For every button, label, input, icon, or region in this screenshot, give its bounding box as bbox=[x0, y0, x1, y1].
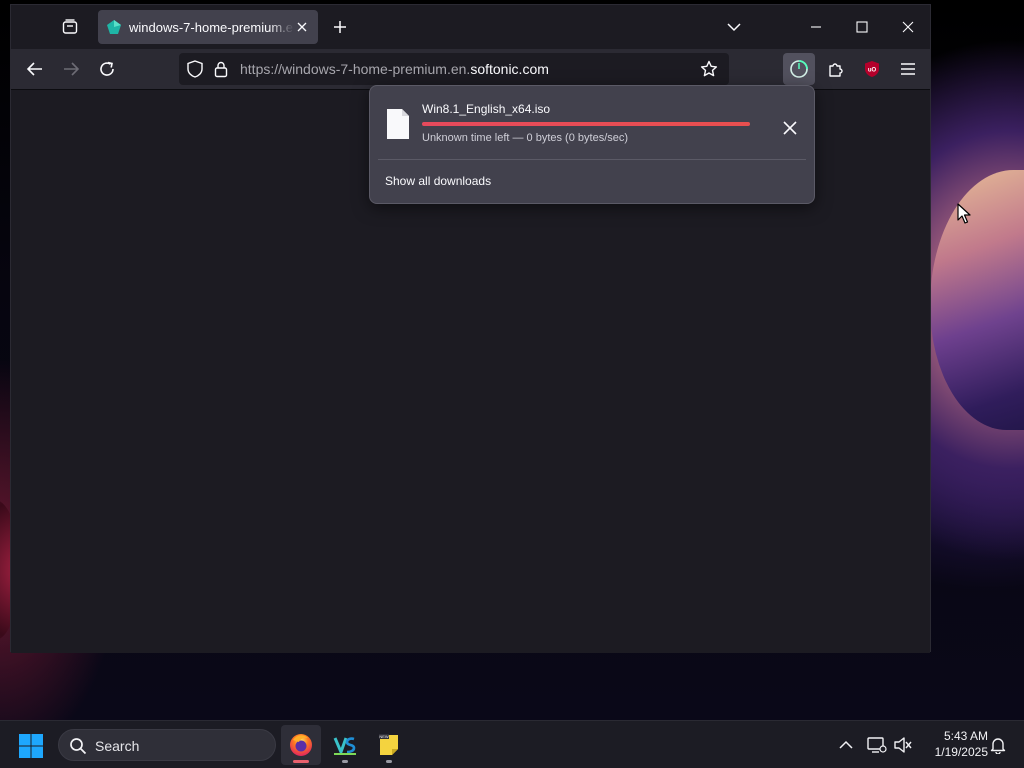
ublock-origin-button[interactable]: uO bbox=[856, 55, 888, 83]
downloads-progress-icon bbox=[790, 60, 808, 78]
wallpaper-glow-shape bbox=[930, 170, 1024, 430]
tab-list-icon[interactable] bbox=[57, 14, 83, 40]
panel-divider bbox=[378, 159, 806, 160]
download-progress-fill bbox=[422, 122, 750, 126]
back-arrow-icon bbox=[26, 62, 42, 76]
reload-button[interactable] bbox=[91, 55, 123, 83]
minimize-icon bbox=[811, 26, 821, 28]
downloads-panel: Win8.1_English_x64.iso Unknown time left… bbox=[369, 85, 815, 204]
reload-icon bbox=[100, 61, 114, 76]
tab-softonic[interactable]: windows-7-home-premium.en.softonic.com bbox=[98, 10, 318, 44]
windows-logo-icon bbox=[19, 734, 43, 758]
taskbar: Search NEW 5:43 AM 1/19/2025 bbox=[0, 720, 1024, 768]
file-icon bbox=[387, 109, 409, 139]
download-progress-bar bbox=[422, 122, 750, 126]
clock-date: 1/19/2025 bbox=[934, 745, 988, 759]
open-app-indicator bbox=[342, 760, 348, 763]
start-button[interactable] bbox=[18, 733, 44, 759]
firefox-icon bbox=[290, 734, 312, 756]
extensions-button[interactable] bbox=[820, 55, 852, 83]
ublock-origin-icon: uO bbox=[865, 61, 879, 77]
chevron-down-icon bbox=[727, 23, 741, 32]
chevron-up-icon bbox=[839, 740, 853, 749]
cancel-download-button[interactable] bbox=[778, 116, 802, 140]
tab-title: windows-7-home-premium.en.softonic.com bbox=[129, 19, 294, 35]
taskbar-clock[interactable]: 5:43 AM 1/19/2025 bbox=[916, 728, 988, 760]
forward-arrow-icon bbox=[64, 62, 80, 76]
mouse-cursor-icon bbox=[957, 203, 971, 224]
show-all-downloads-button[interactable]: Show all downloads bbox=[385, 174, 491, 188]
tracking-shield-icon[interactable] bbox=[185, 59, 205, 79]
taskbar-app-3[interactable]: NEW bbox=[369, 725, 409, 765]
taskbar-app-firefox[interactable] bbox=[281, 725, 321, 765]
puzzle-extensions-icon bbox=[829, 63, 843, 77]
notification-bell-icon[interactable] bbox=[987, 733, 1009, 757]
close-icon bbox=[902, 21, 914, 33]
url-bar[interactable]: https://windows-7-home-premium.en.softon… bbox=[179, 53, 729, 85]
downloads-button[interactable] bbox=[783, 53, 815, 85]
network-status-icon[interactable] bbox=[866, 733, 888, 757]
notes-app-icon: NEW bbox=[379, 734, 398, 755]
back-button[interactable] bbox=[19, 55, 51, 83]
window-maximize-button[interactable] bbox=[839, 5, 885, 49]
search-icon bbox=[70, 738, 87, 755]
bookmark-star-icon[interactable] bbox=[699, 59, 719, 79]
tab-close-button[interactable] bbox=[294, 19, 310, 35]
softonic-favicon-icon bbox=[107, 20, 121, 34]
close-icon bbox=[783, 121, 797, 135]
lock-icon[interactable] bbox=[211, 59, 231, 79]
new-tab-button[interactable] bbox=[327, 14, 353, 40]
window-minimize-button[interactable] bbox=[793, 5, 839, 49]
active-app-indicator bbox=[293, 760, 309, 763]
maximize-icon bbox=[856, 21, 868, 33]
close-icon bbox=[297, 22, 307, 32]
taskbar-search-box[interactable]: Search bbox=[58, 729, 276, 761]
window-close-button[interactable] bbox=[885, 5, 931, 49]
vs-app-icon bbox=[333, 737, 356, 755]
app-menu-button[interactable] bbox=[892, 55, 924, 83]
url-prefix: https://windows-7-home-premium.en. bbox=[240, 61, 471, 77]
plus-icon bbox=[334, 21, 346, 33]
open-app-indicator bbox=[386, 760, 392, 763]
navigation-toolbar: https://windows-7-home-premium.en.softon… bbox=[11, 49, 930, 89]
download-filename: Win8.1_English_x64.iso bbox=[422, 102, 551, 116]
url-domain: softonic.com bbox=[470, 61, 549, 77]
svg-text:uO: uO bbox=[868, 68, 877, 74]
forward-button[interactable] bbox=[55, 55, 87, 83]
hamburger-menu-icon bbox=[901, 63, 915, 75]
taskbar-app-2[interactable] bbox=[325, 725, 365, 765]
list-all-tabs-button[interactable] bbox=[721, 14, 747, 40]
tab-bar: windows-7-home-premium.en.softonic.com bbox=[11, 5, 930, 49]
download-item[interactable]: Win8.1_English_x64.iso Unknown time left… bbox=[378, 94, 806, 150]
download-status: Unknown time left — 0 bytes (0 bytes/sec… bbox=[422, 132, 629, 144]
search-label: Search bbox=[95, 738, 140, 754]
clock-time: 5:43 AM bbox=[943, 729, 988, 743]
url-text[interactable]: https://windows-7-home-premium.en.softon… bbox=[240, 61, 549, 77]
show-hidden-icons-button[interactable] bbox=[834, 733, 858, 757]
svg-text:NEW: NEW bbox=[379, 734, 389, 739]
volume-muted-icon[interactable] bbox=[892, 733, 914, 757]
